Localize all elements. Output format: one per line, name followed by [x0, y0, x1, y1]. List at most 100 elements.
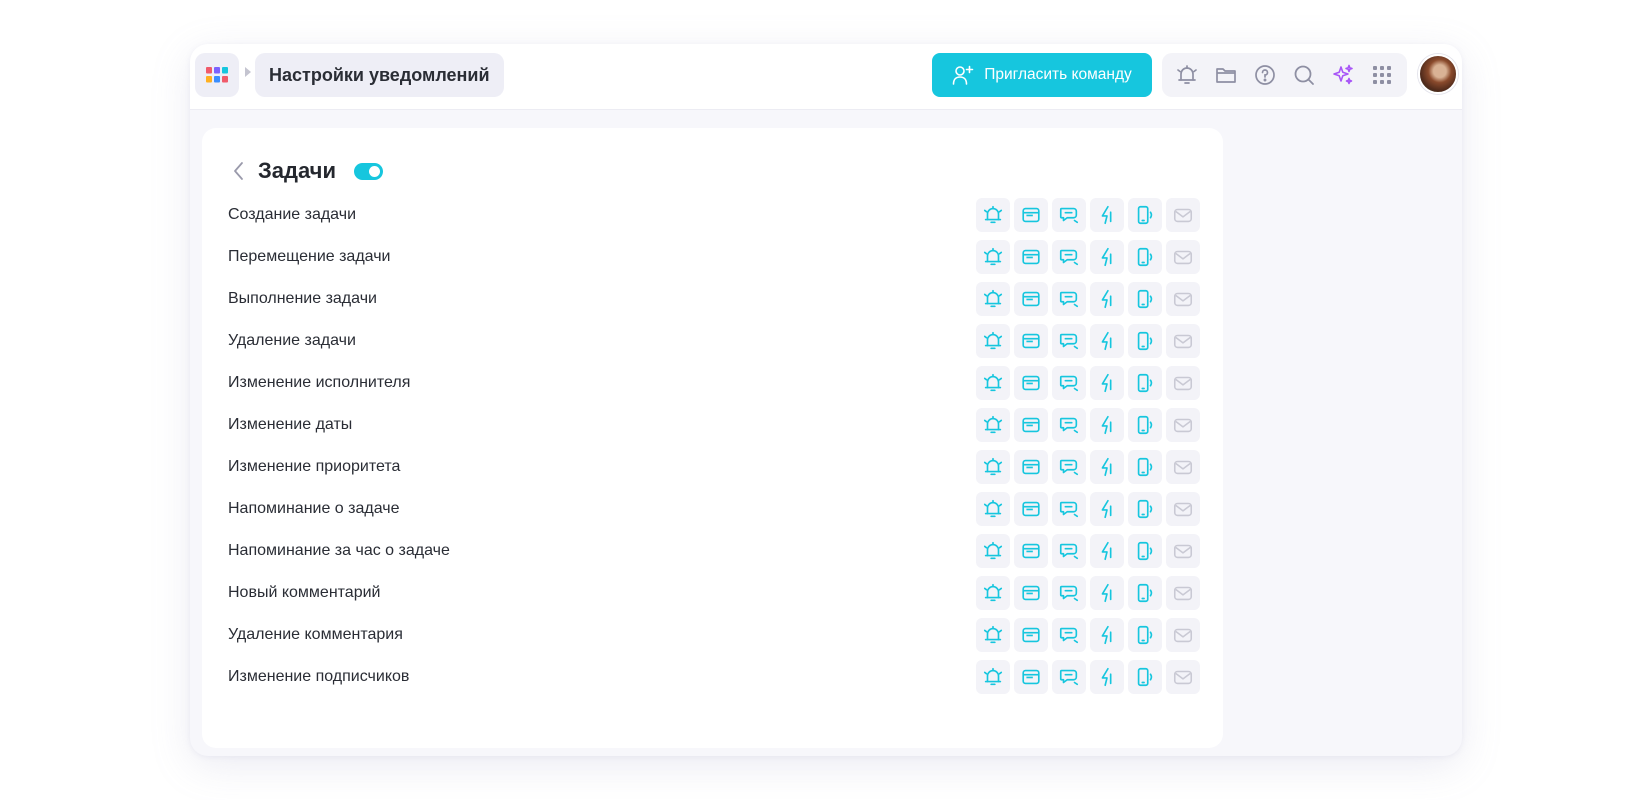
- channel-mail-toggle[interactable]: [1166, 282, 1200, 316]
- channel-browser-toggle[interactable]: [1014, 534, 1048, 568]
- channel-toggles: [976, 492, 1200, 526]
- channel-bell-toggle[interactable]: [976, 198, 1010, 232]
- channel-bell-toggle[interactable]: [976, 660, 1010, 694]
- user-avatar[interactable]: [1418, 54, 1458, 94]
- apps-menu-button[interactable]: [195, 53, 239, 97]
- channel-browser-toggle[interactable]: [1014, 660, 1048, 694]
- help-button[interactable]: [1251, 61, 1279, 89]
- help-icon: [1255, 65, 1275, 85]
- channel-bolt-toggle[interactable]: [1090, 408, 1124, 442]
- channel-mail-toggle[interactable]: [1166, 324, 1200, 358]
- channel-chat-toggle[interactable]: [1052, 324, 1086, 358]
- event-row: Изменение даты: [202, 404, 1223, 446]
- channel-bell-toggle[interactable]: [976, 324, 1010, 358]
- channel-mobile-toggle[interactable]: [1128, 324, 1162, 358]
- browser-icon: [1022, 669, 1040, 685]
- bolt-icon: [1101, 247, 1112, 267]
- modules-button[interactable]: [1368, 61, 1396, 89]
- channel-chat-toggle[interactable]: [1052, 576, 1086, 610]
- channel-mobile-toggle[interactable]: [1128, 450, 1162, 484]
- channel-bell-toggle[interactable]: [976, 282, 1010, 316]
- channel-chat-toggle[interactable]: [1052, 366, 1086, 400]
- channel-bolt-toggle[interactable]: [1090, 240, 1124, 274]
- notifications-button[interactable]: [1173, 61, 1201, 89]
- browser-icon: [1022, 333, 1040, 349]
- bolt-icon: [1101, 289, 1112, 309]
- channel-browser-toggle[interactable]: [1014, 492, 1048, 526]
- channel-chat-toggle[interactable]: [1052, 198, 1086, 232]
- mail-icon: [1173, 418, 1193, 433]
- mail-icon: [1173, 502, 1193, 517]
- channel-bell-toggle[interactable]: [976, 408, 1010, 442]
- channel-chat-toggle[interactable]: [1052, 660, 1086, 694]
- channel-mail-toggle[interactable]: [1166, 492, 1200, 526]
- event-row: Выполнение задачи: [202, 278, 1223, 320]
- channel-bolt-toggle[interactable]: [1090, 660, 1124, 694]
- channel-browser-toggle[interactable]: [1014, 450, 1048, 484]
- channel-bolt-toggle[interactable]: [1090, 576, 1124, 610]
- channel-bell-toggle[interactable]: [976, 450, 1010, 484]
- section-toggle[interactable]: [353, 162, 383, 180]
- channel-bolt-toggle[interactable]: [1090, 324, 1124, 358]
- channel-bolt-toggle[interactable]: [1090, 618, 1124, 652]
- channel-bolt-toggle[interactable]: [1090, 492, 1124, 526]
- channel-mail-toggle[interactable]: [1166, 240, 1200, 274]
- channel-bolt-toggle[interactable]: [1090, 282, 1124, 316]
- channel-browser-toggle[interactable]: [1014, 324, 1048, 358]
- channel-bell-toggle[interactable]: [976, 366, 1010, 400]
- channel-mobile-toggle[interactable]: [1128, 198, 1162, 232]
- channel-bell-toggle[interactable]: [976, 240, 1010, 274]
- channel-chat-toggle[interactable]: [1052, 534, 1086, 568]
- channel-bell-toggle[interactable]: [976, 492, 1010, 526]
- mail-icon: [1173, 376, 1193, 391]
- channel-mail-toggle[interactable]: [1166, 408, 1200, 442]
- channel-mobile-toggle[interactable]: [1128, 618, 1162, 652]
- channel-mail-toggle[interactable]: [1166, 618, 1200, 652]
- channel-chat-toggle[interactable]: [1052, 450, 1086, 484]
- channel-mail-toggle[interactable]: [1166, 660, 1200, 694]
- channel-mobile-toggle[interactable]: [1128, 408, 1162, 442]
- channel-chat-toggle[interactable]: [1052, 618, 1086, 652]
- channel-bolt-toggle[interactable]: [1090, 534, 1124, 568]
- channel-mobile-toggle[interactable]: [1128, 660, 1162, 694]
- channel-browser-toggle[interactable]: [1014, 408, 1048, 442]
- files-button[interactable]: [1212, 61, 1240, 89]
- channel-mail-toggle[interactable]: [1166, 450, 1200, 484]
- search-button[interactable]: [1290, 61, 1318, 89]
- channel-bolt-toggle[interactable]: [1090, 198, 1124, 232]
- channel-chat-toggle[interactable]: [1052, 492, 1086, 526]
- channel-browser-toggle[interactable]: [1014, 576, 1048, 610]
- channel-mobile-toggle[interactable]: [1128, 492, 1162, 526]
- channel-bell-toggle[interactable]: [976, 576, 1010, 610]
- channel-chat-toggle[interactable]: [1052, 408, 1086, 442]
- back-button[interactable]: [232, 159, 256, 183]
- channel-mail-toggle[interactable]: [1166, 576, 1200, 610]
- event-label: Изменение исполнителя: [228, 374, 411, 391]
- channel-mobile-toggle[interactable]: [1128, 282, 1162, 316]
- channel-mail-toggle[interactable]: [1166, 198, 1200, 232]
- channel-bolt-toggle[interactable]: [1090, 366, 1124, 400]
- channel-toggles: [976, 618, 1200, 652]
- channel-chat-toggle[interactable]: [1052, 240, 1086, 274]
- ai-button[interactable]: [1329, 61, 1357, 89]
- channel-mobile-toggle[interactable]: [1128, 240, 1162, 274]
- channel-browser-toggle[interactable]: [1014, 618, 1048, 652]
- channel-bell-toggle[interactable]: [976, 534, 1010, 568]
- mobile-icon: [1137, 247, 1153, 267]
- channel-mail-toggle[interactable]: [1166, 366, 1200, 400]
- channel-bell-toggle[interactable]: [976, 618, 1010, 652]
- channel-mobile-toggle[interactable]: [1128, 534, 1162, 568]
- channel-mobile-toggle[interactable]: [1128, 576, 1162, 610]
- mobile-icon: [1137, 289, 1153, 309]
- channel-browser-toggle[interactable]: [1014, 240, 1048, 274]
- channel-browser-toggle[interactable]: [1014, 366, 1048, 400]
- mobile-icon: [1137, 205, 1153, 225]
- browser-icon: [1022, 459, 1040, 475]
- channel-mail-toggle[interactable]: [1166, 534, 1200, 568]
- channel-browser-toggle[interactable]: [1014, 198, 1048, 232]
- channel-browser-toggle[interactable]: [1014, 282, 1048, 316]
- channel-chat-toggle[interactable]: [1052, 282, 1086, 316]
- invite-team-button[interactable]: Пригласить команду: [932, 53, 1152, 97]
- channel-mobile-toggle[interactable]: [1128, 366, 1162, 400]
- channel-bolt-toggle[interactable]: [1090, 450, 1124, 484]
